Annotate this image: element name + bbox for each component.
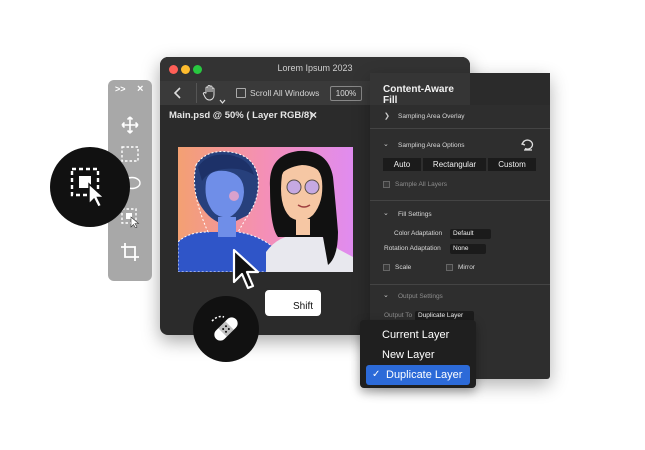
close-tab-icon[interactable]: ×: [310, 108, 317, 122]
chevron-down-icon[interactable]: ⌄: [383, 209, 389, 217]
panel-header-spacer: [470, 73, 550, 105]
shift-key-label: Shift: [292, 301, 313, 312]
output-to-value: Duplicate Layer: [418, 312, 464, 319]
illustration-image: [178, 147, 353, 272]
crop-tool-icon[interactable]: [121, 243, 139, 266]
marquee-tool-icon[interactable]: [121, 146, 139, 167]
output-to-label: Output To: [384, 312, 413, 319]
chevron-right-icon[interactable]: ❯: [384, 112, 390, 120]
selection-tool-badge: [50, 147, 130, 227]
menu-item-new-layer[interactable]: New Layer: [366, 345, 470, 365]
color-adaptation-select[interactable]: Default: [450, 229, 491, 239]
sample-all-layers-label: Sample All Layers: [395, 181, 448, 188]
mirror-label: Mirror: [458, 264, 475, 271]
healing-tool-badge: [193, 296, 259, 362]
color-adaptation-label: Color Adaptation: [394, 230, 443, 237]
output-to-menu: Current Layer New Layer Duplicate Layer …: [360, 320, 476, 388]
back-arrow-icon[interactable]: [173, 86, 182, 104]
divider: [370, 128, 550, 129]
divider: [370, 284, 550, 285]
chevron-down-icon[interactable]: ⌄: [383, 291, 389, 299]
object-selection-tool-icon[interactable]: [121, 208, 141, 233]
menu-item-current-layer[interactable]: Current Layer: [366, 325, 470, 345]
close-tools-icon[interactable]: ×: [137, 83, 143, 95]
panel-header: Content-Aware Fill: [370, 73, 470, 106]
mouse-pointer-icon: [232, 248, 262, 295]
window-title: Lorem Ipsum 2023: [277, 63, 353, 73]
rotation-adaptation-value: None: [453, 245, 469, 252]
collapse-tools-icon[interactable]: >>: [115, 84, 126, 94]
mode-rectangular-button[interactable]: Rectangular: [423, 158, 486, 171]
mode-custom-button[interactable]: Custom: [488, 158, 536, 171]
panel-title: Content-Aware Fill: [383, 84, 454, 106]
scale-checkbox[interactable]: [383, 264, 390, 271]
shift-key: Shift: [263, 288, 323, 318]
output-settings-section[interactable]: Output Settings: [398, 293, 443, 300]
object-selection-icon: [70, 167, 106, 208]
document-tab-label: Main.psd @ 50% ( Layer RGB/8): [169, 110, 313, 121]
check-icon: ✓: [372, 369, 381, 380]
scale-label: Scale: [395, 264, 412, 271]
menu-item-duplicate-layer[interactable]: Duplicate Layer: [366, 365, 470, 385]
scroll-all-windows-label: Scroll All Windows: [250, 88, 320, 98]
artwork-canvas[interactable]: [178, 147, 353, 272]
sample-all-layers-checkbox[interactable]: [383, 181, 390, 188]
hand-tool-icon[interactable]: [202, 84, 218, 106]
divider: [370, 200, 550, 201]
move-tool-icon[interactable]: [121, 116, 139, 139]
mirror-checkbox[interactable]: [446, 264, 453, 271]
rotation-adaptation-label: Rotation Adaptation: [384, 245, 441, 252]
color-adaptation-value: Default: [453, 230, 474, 237]
zoom-field[interactable]: 100%: [330, 86, 362, 101]
bandage-icon: [211, 315, 238, 341]
mode-auto-button[interactable]: Auto: [383, 158, 421, 171]
reset-icon[interactable]: [520, 138, 535, 156]
document-tab[interactable]: Main.psd @ 50% ( Layer RGB/8) ×: [160, 105, 370, 125]
rotation-adaptation-select[interactable]: None: [450, 244, 486, 254]
chevron-down-icon[interactable]: ⌄: [383, 140, 389, 148]
sampling-options-section[interactable]: Sampling Area Options: [398, 142, 464, 149]
fill-settings-section[interactable]: Fill Settings: [398, 211, 432, 218]
scroll-all-windows-checkbox[interactable]: [236, 88, 246, 98]
sampling-overlay-section[interactable]: Sampling Area Overlay: [398, 113, 464, 120]
toolbar-divider: [196, 83, 197, 103]
